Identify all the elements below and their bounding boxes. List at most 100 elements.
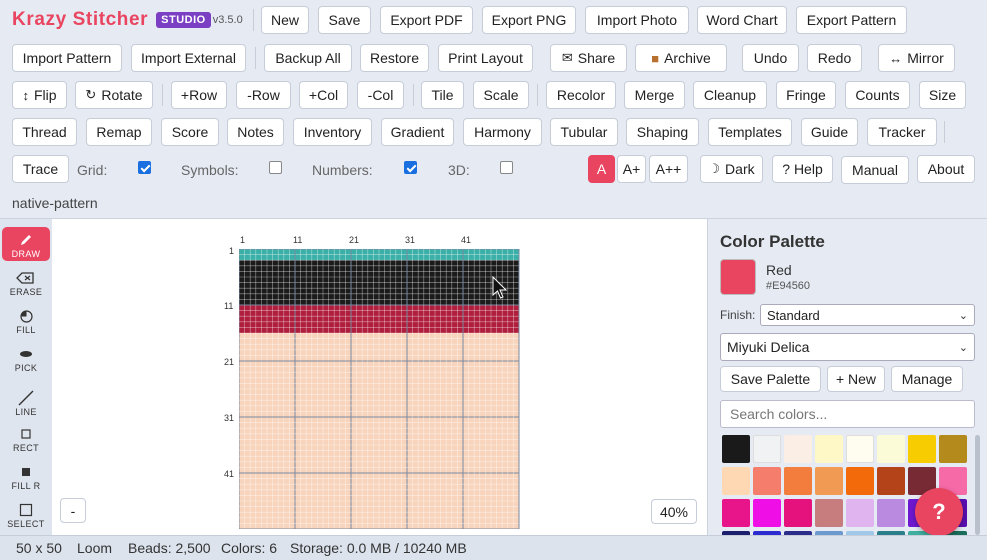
- dark-mode-button[interactable]: ☽ Dark: [700, 155, 763, 183]
- bead-grid[interactable]: [239, 249, 520, 529]
- export-png-button[interactable]: Export PNG: [482, 6, 576, 34]
- scale-button[interactable]: Scale: [473, 81, 529, 109]
- templates-button[interactable]: Templates: [708, 118, 792, 146]
- zoom-out-button[interactable]: -: [60, 498, 86, 523]
- rotate-button[interactable]: ↻ Rotate: [75, 81, 153, 109]
- color-swatch[interactable]: [908, 435, 936, 463]
- flip-button[interactable]: ↕ Flip: [12, 81, 67, 109]
- color-swatch[interactable]: [877, 435, 905, 463]
- color-search-input[interactable]: Search colors...: [720, 400, 975, 428]
- score-button[interactable]: Score: [161, 118, 219, 146]
- color-swatch[interactable]: [722, 467, 750, 495]
- color-swatch[interactable]: [753, 499, 781, 527]
- line-tool[interactable]: LINE: [2, 385, 50, 419]
- mirror-label: Mirror: [907, 50, 944, 66]
- backup-all-button[interactable]: Backup All: [264, 44, 352, 72]
- manual-button[interactable]: Manual: [841, 156, 909, 184]
- export-pattern-button[interactable]: Export Pattern: [796, 6, 907, 34]
- guide-button[interactable]: Guide: [801, 118, 858, 146]
- remap-button[interactable]: Remap: [86, 118, 152, 146]
- restore-button[interactable]: Restore: [360, 44, 429, 72]
- status-dimensions: 50 x 50: [16, 540, 62, 556]
- color-swatch[interactable]: [722, 435, 750, 463]
- gradient-button[interactable]: Gradient: [381, 118, 454, 146]
- recolor-button[interactable]: Recolor: [546, 81, 616, 109]
- tracker-button[interactable]: Tracker: [867, 118, 937, 146]
- import-external-button[interactable]: Import External: [131, 44, 246, 72]
- chevron-down-icon: ⌄: [958, 309, 968, 322]
- font-size-normal-button[interactable]: A: [588, 155, 615, 183]
- draw-tool[interactable]: DRAW: [2, 227, 50, 261]
- color-swatch[interactable]: [784, 435, 812, 463]
- color-swatch[interactable]: [815, 435, 843, 463]
- merge-button[interactable]: Merge: [624, 81, 685, 109]
- new-palette-button[interactable]: + New: [827, 366, 885, 392]
- undo-button[interactable]: Undo: [742, 44, 799, 72]
- color-swatch[interactable]: [877, 499, 905, 527]
- select-tool[interactable]: SELECT: [2, 497, 50, 531]
- rect-tool[interactable]: RECT: [2, 421, 50, 455]
- print-layout-button[interactable]: Print Layout: [438, 44, 533, 72]
- trace-button[interactable]: Trace: [12, 155, 69, 183]
- color-swatch[interactable]: [877, 467, 905, 495]
- color-swatch[interactable]: [846, 467, 874, 495]
- archive-button[interactable]: ■ Archive: [635, 44, 727, 72]
- import-pattern-button[interactable]: Import Pattern: [12, 44, 122, 72]
- add-row-button[interactable]: +Row: [171, 81, 227, 109]
- shaping-button[interactable]: Shaping: [626, 118, 699, 146]
- new-button[interactable]: New: [261, 6, 309, 34]
- notes-button[interactable]: Notes: [227, 118, 284, 146]
- color-swatch[interactable]: [722, 499, 750, 527]
- finish-select[interactable]: Standard ⌄: [760, 304, 975, 326]
- color-swatch[interactable]: [753, 467, 781, 495]
- color-swatch[interactable]: [846, 435, 874, 463]
- tile-button[interactable]: Tile: [421, 81, 464, 109]
- color-swatch[interactable]: [784, 499, 812, 527]
- about-button[interactable]: About: [917, 155, 975, 183]
- fill-tool[interactable]: FILL: [2, 303, 50, 337]
- color-swatch[interactable]: [815, 499, 843, 527]
- cleanup-button[interactable]: Cleanup: [693, 81, 767, 109]
- numbers-label: Numbers:: [312, 162, 373, 178]
- add-col-button[interactable]: +Col: [299, 81, 348, 109]
- remove-row-button[interactable]: -Row: [236, 81, 291, 109]
- harmony-button[interactable]: Harmony: [463, 118, 542, 146]
- thread-button[interactable]: Thread: [12, 118, 77, 146]
- color-swatch[interactable]: [784, 467, 812, 495]
- save-palette-button[interactable]: Save Palette: [720, 366, 821, 392]
- color-swatch[interactable]: [753, 435, 781, 463]
- grid-checkbox[interactable]: [138, 161, 151, 174]
- import-photo-button[interactable]: Import Photo: [585, 6, 689, 34]
- palette-scrollbar[interactable]: [975, 435, 980, 535]
- word-chart-button[interactable]: Word Chart: [697, 6, 787, 34]
- font-size-large-button[interactable]: A+: [617, 155, 646, 183]
- export-pdf-button[interactable]: Export PDF: [380, 6, 473, 34]
- fringe-button[interactable]: Fringe: [776, 81, 836, 109]
- pick-tool[interactable]: PICK: [2, 341, 50, 375]
- redo-button[interactable]: Redo: [807, 44, 862, 72]
- color-swatch[interactable]: [815, 467, 843, 495]
- 3d-checkbox[interactable]: [500, 161, 513, 174]
- numbers-checkbox[interactable]: [404, 161, 417, 174]
- save-button[interactable]: Save: [318, 6, 371, 34]
- color-swatch[interactable]: [846, 499, 874, 527]
- counts-button[interactable]: Counts: [845, 81, 910, 109]
- brand-select[interactable]: Miyuki Delica ⌄: [720, 333, 975, 361]
- mirror-button[interactable]: ↔ Mirror: [878, 44, 955, 72]
- share-button[interactable]: ✉ Share: [550, 44, 627, 72]
- color-swatch[interactable]: [939, 435, 967, 463]
- pattern-canvas[interactable]: 1 11 21 31 41 1 11 21 31 41 - 40%: [52, 219, 707, 535]
- symbols-checkbox[interactable]: [269, 161, 282, 174]
- erase-tool[interactable]: ERASE: [2, 265, 50, 299]
- remove-col-button[interactable]: -Col: [357, 81, 404, 109]
- help-button[interactable]: ? Help: [772, 155, 833, 183]
- manage-palettes-button[interactable]: Manage: [891, 366, 963, 392]
- fill-rect-tool[interactable]: FILL R: [2, 459, 50, 493]
- help-fab-button[interactable]: ?: [915, 488, 963, 536]
- font-size-xlarge-button[interactable]: A++: [649, 155, 688, 183]
- size-button[interactable]: Size: [919, 81, 966, 109]
- rotate-label: Rotate: [101, 87, 143, 103]
- current-color-swatch[interactable]: [720, 259, 756, 295]
- inventory-button[interactable]: Inventory: [293, 118, 372, 146]
- tubular-button[interactable]: Tubular: [550, 118, 618, 146]
